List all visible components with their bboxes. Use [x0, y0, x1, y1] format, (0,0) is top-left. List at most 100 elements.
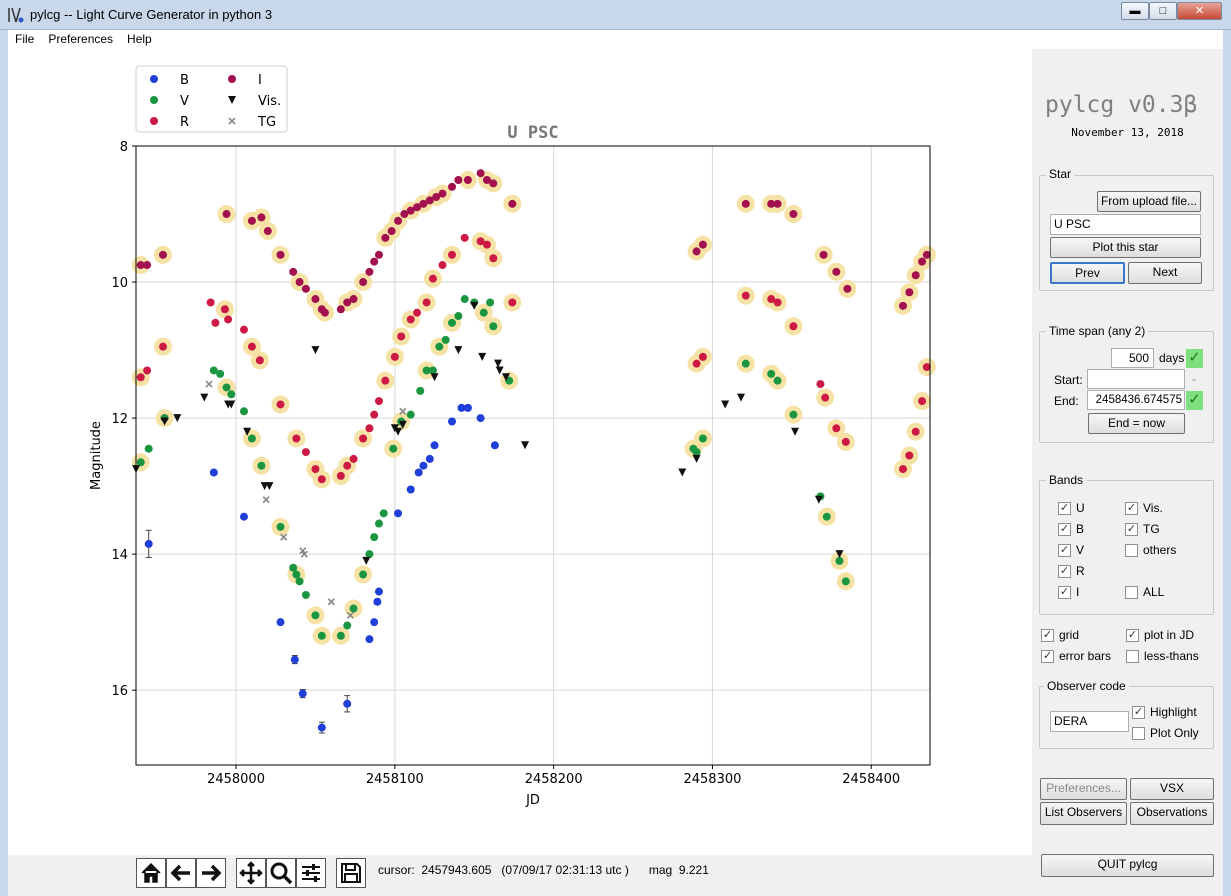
list-observers-button[interactable]: List Observers — [1040, 802, 1127, 825]
data-point-r — [311, 465, 320, 474]
home-icon[interactable] — [136, 858, 166, 888]
data-point-r — [224, 315, 233, 324]
less-thans-checkbox[interactable] — [1126, 650, 1139, 663]
band-r-label: R — [1076, 564, 1085, 578]
upload-file-button[interactable]: From upload file... — [1097, 191, 1201, 212]
data-point-v — [698, 434, 707, 443]
data-point-v — [835, 556, 844, 565]
data-point-v — [448, 318, 457, 327]
maximize-button[interactable]: □ — [1149, 2, 1177, 20]
band-r-checkbox[interactable]: ✓ — [1058, 565, 1071, 578]
data-point-r — [292, 434, 301, 443]
window-border-right — [1223, 30, 1231, 896]
pan-icon[interactable] — [236, 858, 266, 888]
y-axis-label: Magnitude — [89, 421, 104, 490]
data-point-i — [438, 189, 447, 198]
data-point-r — [397, 332, 406, 341]
y-tick-label: 12 — [111, 412, 128, 427]
y-tick-label: 16 — [111, 684, 128, 699]
grid-checkbox[interactable]: ✓ — [1041, 629, 1054, 642]
error-bars-checkbox[interactable]: ✓ — [1041, 650, 1054, 663]
band-all-label: ALL — [1143, 585, 1165, 599]
band-vis-checkbox[interactable]: ✓ — [1125, 502, 1138, 515]
data-point-r — [381, 376, 390, 385]
data-point-v — [789, 410, 798, 419]
data-point-v — [479, 308, 488, 317]
light-curve-chart[interactable]: 2458000 2458100 2458200 2458300 2458400 8 10 12… — [8, 49, 1032, 855]
data-point-i — [819, 250, 828, 259]
data-point-v — [460, 295, 469, 304]
back-arrow-icon[interactable] — [166, 858, 196, 888]
prev-button[interactable]: Prev — [1050, 262, 1125, 284]
end-input[interactable]: 2458436.674575 — [1087, 390, 1185, 410]
plot-in-jd-checkbox[interactable]: ✓ — [1126, 629, 1139, 642]
band-v-checkbox[interactable]: ✓ — [1058, 544, 1071, 557]
data-point-v — [428, 366, 437, 375]
days-input[interactable]: 500 — [1111, 348, 1154, 368]
band-tg-checkbox[interactable]: ✓ — [1125, 523, 1138, 536]
data-point-b — [476, 414, 485, 423]
observer-code-input[interactable]: DERA — [1050, 711, 1129, 732]
data-point-v — [317, 631, 326, 640]
menu-help[interactable]: Help — [120, 30, 159, 46]
data-point-v — [343, 621, 352, 630]
plot-only-checkbox[interactable] — [1132, 727, 1145, 740]
chart-legend: BVR I Vis. TG — [135, 65, 288, 133]
band-b-label: B — [1076, 522, 1085, 536]
data-point-r — [336, 471, 345, 480]
data-point-r — [489, 254, 498, 263]
data-point-i — [359, 278, 368, 287]
x-tick-label: 2458400 — [842, 772, 900, 787]
data-point-b — [317, 723, 326, 732]
star-name-input[interactable]: U PSC — [1050, 214, 1201, 235]
pylcg-app-icon — [7, 6, 25, 24]
band-b-checkbox[interactable]: ✓ — [1058, 523, 1071, 536]
minimize-button[interactable]: ▬ — [1121, 2, 1149, 20]
data-point-v — [216, 369, 225, 378]
data-point-i — [295, 278, 304, 287]
data-point-v — [289, 563, 298, 572]
start-input[interactable] — [1087, 369, 1185, 389]
menu-preferences[interactable]: Preferences — [41, 30, 120, 46]
plot-only-label: Plot Only — [1150, 726, 1199, 740]
data-point-b — [406, 485, 415, 494]
quit-button[interactable]: QUIT pylcg — [1041, 854, 1214, 877]
next-button[interactable]: Next — [1128, 262, 1202, 284]
preferences-button[interactable]: Preferences... — [1040, 778, 1127, 800]
highlight-checkbox[interactable]: ✓ — [1132, 706, 1145, 719]
y-tick-label: 8 — [120, 140, 128, 155]
legend-marker-b — [150, 75, 158, 83]
data-point-i — [222, 210, 231, 219]
plot-star-button[interactable]: Plot this star — [1050, 237, 1201, 258]
data-point-v — [365, 550, 374, 559]
data-point-r — [343, 461, 352, 470]
data-point-b — [298, 689, 307, 698]
data-point-i — [370, 257, 379, 266]
close-button[interactable]: ✕ — [1177, 2, 1222, 20]
save-icon[interactable] — [336, 858, 366, 888]
data-point-v — [454, 312, 463, 321]
data-point-b — [365, 635, 374, 644]
band-others-checkbox[interactable] — [1125, 544, 1138, 557]
menu-file[interactable]: File — [8, 30, 41, 46]
bands-group-label: Bands — [1046, 473, 1087, 487]
data-point-r — [370, 410, 379, 419]
observations-button[interactable]: Observations — [1130, 802, 1214, 825]
data-point-i — [843, 284, 852, 293]
chart-title: U PSC — [507, 123, 558, 143]
band-u-checkbox[interactable]: ✓ — [1058, 502, 1071, 515]
band-i-checkbox[interactable]: ✓ — [1058, 586, 1071, 599]
plot-canvas[interactable]: 2458000 2458100 2458200 2458300 2458400 8 10 12… — [8, 49, 1032, 855]
end-now-button[interactable]: End = now — [1088, 413, 1185, 434]
vsx-button[interactable]: VSX — [1130, 778, 1214, 800]
band-vis-label: Vis. — [1143, 501, 1163, 515]
forward-arrow-icon[interactable] — [196, 858, 226, 888]
data-point-b — [209, 468, 218, 477]
zoom-icon[interactable] — [266, 858, 296, 888]
configure-subplots-icon[interactable] — [296, 858, 326, 888]
band-all-checkbox[interactable] — [1125, 586, 1138, 599]
data-point-i — [158, 250, 167, 259]
data-point-r — [374, 397, 383, 406]
data-point-i — [463, 176, 472, 185]
y-tick-label: 10 — [111, 276, 128, 291]
